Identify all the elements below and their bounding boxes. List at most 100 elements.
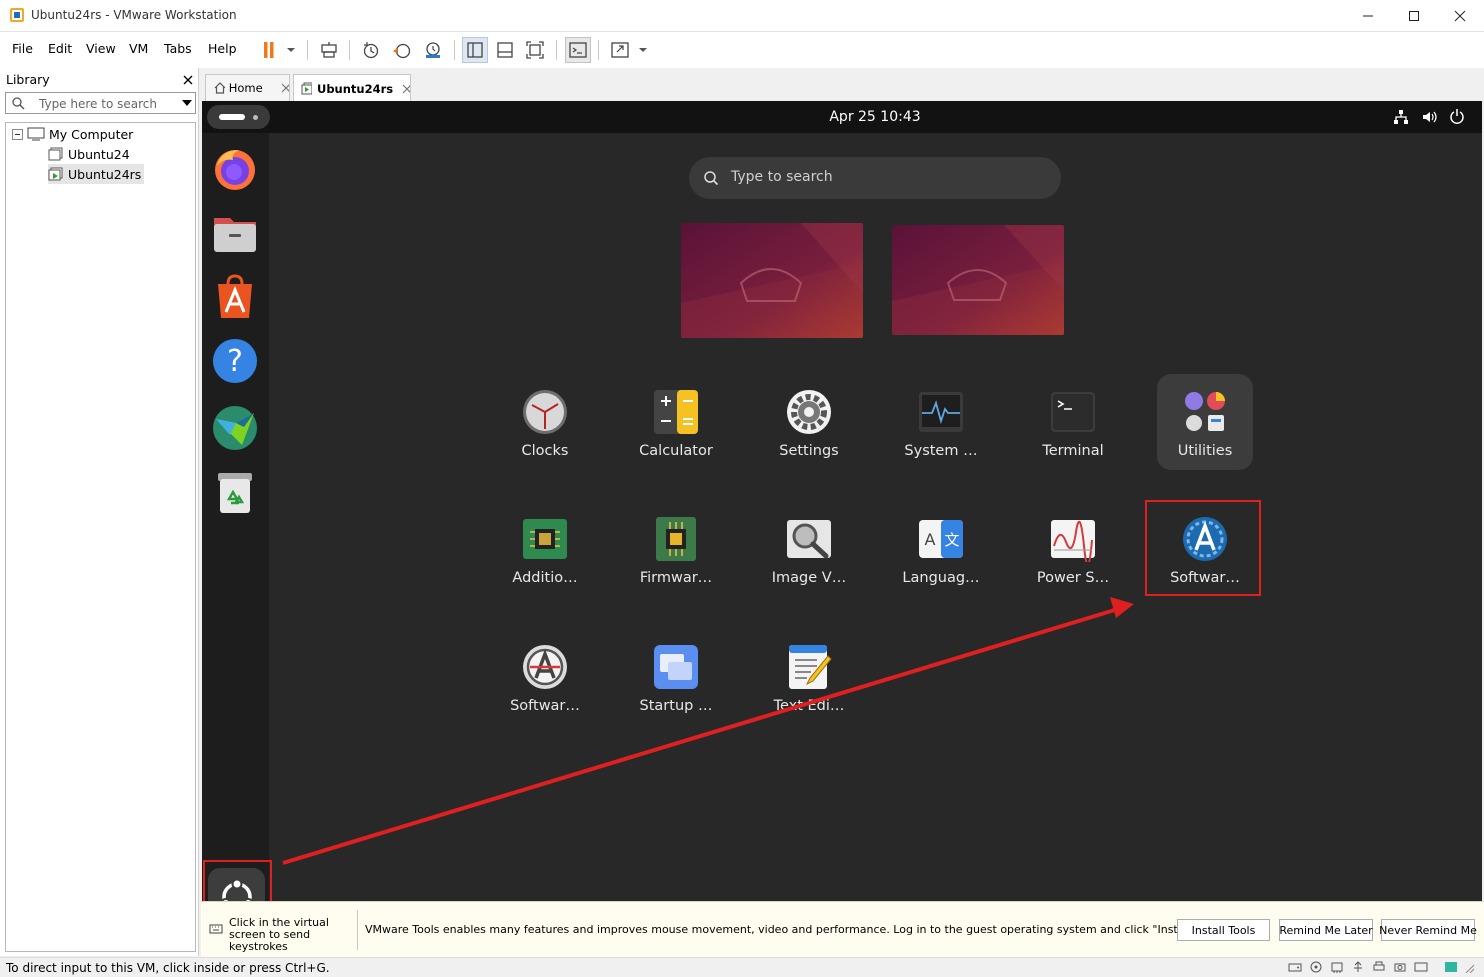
toolbar-separator xyxy=(307,40,308,60)
menu-edit[interactable]: Edit xyxy=(48,41,72,56)
collapse-icon[interactable] xyxy=(12,128,23,140)
app-center-icon xyxy=(218,274,252,318)
library-title: Library xyxy=(6,72,50,87)
take-snapshot-button[interactable] xyxy=(358,37,384,63)
app-calculator[interactable]: Calculator xyxy=(620,376,732,476)
menu-view[interactable]: View xyxy=(86,41,116,56)
app-label: System … xyxy=(904,443,978,459)
notice-divider xyxy=(357,910,358,950)
close-tab-icon[interactable] xyxy=(281,83,289,93)
send-ctrl-alt-del-button[interactable] xyxy=(316,37,342,63)
software-properties-icon xyxy=(521,643,569,691)
activities-button[interactable] xyxy=(207,105,270,129)
show-thumbnail-bar-button[interactable] xyxy=(492,37,518,63)
app-firmware-updater[interactable]: Firmwar… xyxy=(620,503,732,603)
svg-text:A: A xyxy=(925,530,936,549)
vmware-tools-notice-bar: Click in the virtual screen to send keys… xyxy=(201,901,1484,957)
toolbar-separator xyxy=(556,40,557,60)
app-power-statistics[interactable]: Power S… xyxy=(1017,503,1129,603)
library-panel: Library Type here to search My Computer … xyxy=(0,68,199,956)
firefox-icon xyxy=(215,150,255,190)
app-language-support[interactable]: A文 Languag… xyxy=(885,503,997,603)
tree-label: Ubuntu24rs xyxy=(68,166,142,182)
remind-me-later-button[interactable]: Remind Me Later xyxy=(1279,919,1373,941)
workspace-thumbnail-2[interactable] xyxy=(892,225,1064,335)
menu-file[interactable]: File xyxy=(12,41,33,56)
app-system-monitor[interactable]: System … xyxy=(885,376,997,476)
stretch-guest-button[interactable] xyxy=(607,37,649,63)
app-startup-applications[interactable]: Startup … xyxy=(620,631,732,731)
title-bar: Ubuntu24rs - VMware Workstation xyxy=(0,0,1484,32)
image-viewer-icon xyxy=(785,515,833,563)
display-icon[interactable] xyxy=(1414,961,1428,973)
network-adapter-icon[interactable] xyxy=(1330,961,1344,973)
printer-icon[interactable] xyxy=(1372,961,1386,973)
tab-home[interactable]: Home xyxy=(205,74,290,101)
app-software-properties[interactable]: Softwar… xyxy=(489,631,601,731)
tab-ubuntu24rs[interactable]: Ubuntu24rs xyxy=(293,74,411,102)
tree-item-my-computer[interactable]: My Computer xyxy=(12,124,133,144)
console-icon xyxy=(569,42,587,58)
app-label: Power S… xyxy=(1036,570,1110,586)
sound-card-icon[interactable] xyxy=(1393,961,1407,973)
dock-app-center[interactable] xyxy=(210,272,260,322)
app-clocks[interactable]: Clocks xyxy=(489,376,601,476)
network-icon[interactable] xyxy=(1393,109,1409,125)
calculator-icon xyxy=(652,388,700,436)
revert-snapshot-button[interactable] xyxy=(389,37,415,63)
clock[interactable]: Apr 25 10:43 xyxy=(782,101,968,133)
app-additional-drivers[interactable]: Additio… xyxy=(489,503,601,603)
workspace-thumbnail-1[interactable] xyxy=(681,223,863,338)
firmware-updater-icon xyxy=(652,515,700,563)
vm-running-icon xyxy=(48,167,63,181)
menu-bar: File Edit View VM Tabs Help xyxy=(0,32,1484,68)
snapshot-manager-button[interactable] xyxy=(420,37,446,63)
volume-icon[interactable] xyxy=(1421,109,1437,125)
help-icon: ? xyxy=(213,339,257,383)
overview-search-input[interactable]: Type to search xyxy=(689,157,1061,199)
library-tree[interactable]: My Computer Ubuntu24 Ubuntu24rs xyxy=(5,122,196,952)
dock-remote-desktop[interactable] xyxy=(210,403,260,453)
library-close-button[interactable] xyxy=(182,69,194,90)
console-view-button[interactable] xyxy=(565,37,591,63)
hard-disk-icon[interactable] xyxy=(1288,961,1302,973)
message-log-icon[interactable] xyxy=(1444,961,1458,973)
workspace-indicator-active xyxy=(219,114,245,120)
full-screen-button[interactable] xyxy=(522,37,548,63)
dock-files[interactable] xyxy=(210,208,260,258)
wallpaper-image xyxy=(892,225,1064,335)
close-tab-icon[interactable] xyxy=(402,84,410,94)
search-dropdown-icon[interactable] xyxy=(182,100,192,106)
app-text-editor[interactable]: Text Edi… xyxy=(753,631,865,731)
menu-tabs[interactable]: Tabs xyxy=(164,41,192,56)
app-image-viewer[interactable]: Image V… xyxy=(753,503,865,603)
menu-vm[interactable]: VM xyxy=(129,41,148,56)
menu-help[interactable]: Help xyxy=(208,41,237,56)
tree-item-ubuntu24[interactable]: Ubuntu24 xyxy=(48,144,130,164)
vm-running-icon xyxy=(301,82,312,94)
full-screen-icon xyxy=(526,41,544,59)
never-remind-me-button[interactable]: Never Remind Me xyxy=(1379,919,1477,941)
dock-firefox[interactable] xyxy=(210,144,260,194)
library-search-input[interactable]: Type here to search xyxy=(5,92,196,114)
search-icon xyxy=(704,171,719,186)
close-window-button[interactable] xyxy=(1437,0,1483,32)
show-library-button[interactable] xyxy=(462,37,488,63)
app-folder-utilities[interactable]: Utilities xyxy=(1149,376,1261,476)
maximize-button[interactable] xyxy=(1391,0,1437,32)
dock-help[interactable]: ? xyxy=(210,336,260,386)
cd-dvd-icon[interactable] xyxy=(1309,961,1323,973)
install-tools-button[interactable]: Install Tools xyxy=(1177,919,1270,941)
annotation-highlight-box xyxy=(203,860,272,901)
app-settings[interactable]: Settings xyxy=(753,376,865,476)
pause-vm-button[interactable] xyxy=(257,37,297,63)
usb-icon[interactable] xyxy=(1351,961,1365,973)
minimize-button[interactable] xyxy=(1345,0,1391,32)
snapshot-manager-icon xyxy=(426,42,440,58)
click-to-send-keystrokes-hint: Click in the virtual screen to send keys… xyxy=(229,916,329,953)
power-icon[interactable] xyxy=(1449,108,1465,124)
tree-item-ubuntu24rs[interactable]: Ubuntu24rs xyxy=(48,164,145,184)
dock-trash[interactable] xyxy=(210,467,260,517)
app-terminal[interactable]: Terminal xyxy=(1017,376,1129,476)
vm-screen[interactable]: Apr 25 10:43 ? Type to search Clocks Cal… xyxy=(202,101,1482,901)
